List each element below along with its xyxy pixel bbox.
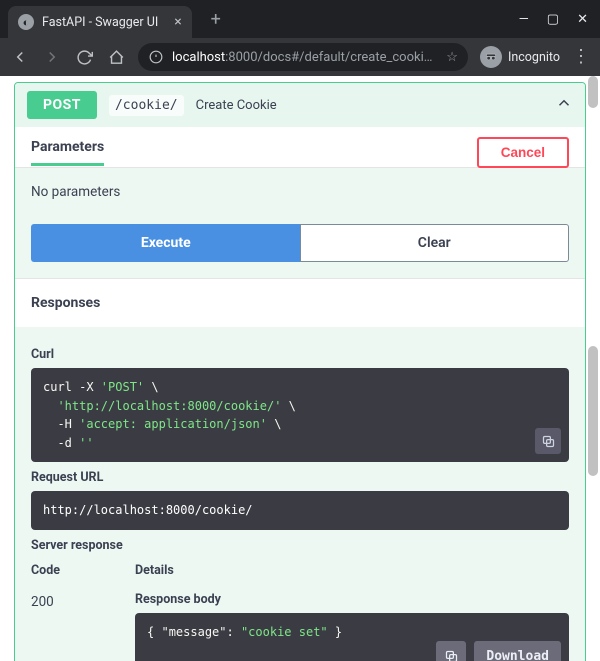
favicon-icon: ◐ [18,14,34,30]
response-body-label: Response body [135,592,569,607]
chevron-up-icon [555,94,573,117]
request-url-box: http://localhost:8000/cookie/ [31,491,569,530]
cancel-button[interactable]: Cancel [477,137,569,168]
close-window-icon[interactable]: ✕ [577,12,588,27]
window-controls: — ▢ ✕ [519,12,600,27]
operation-path: /cookie/ [109,95,184,116]
browser-tab[interactable]: ◐ FastAPI - Swagger UI × [8,6,192,38]
reload-icon[interactable] [74,49,94,66]
details-column-header: Details [135,563,174,578]
browser-toolbar: localhost:8000/docs#/default/create_cook… [0,38,600,76]
operation-block: POST /cookie/ Create Cookie Parameters C… [14,82,586,661]
response-row: 200 Response body { "message": "cookie s… [31,592,569,661]
new-tab-button[interactable]: + [204,9,228,30]
response-body-box: { "message": "cookie set" } Download [135,613,569,661]
address-bar[interactable]: localhost:8000/docs#/default/create_cook… [138,43,468,71]
code-column-header: Code [31,563,87,578]
close-tab-icon[interactable]: × [174,14,181,30]
copy-response-button[interactable] [436,641,466,661]
execute-button[interactable]: Execute [31,224,300,262]
page-viewport: POST /cookie/ Create Cookie Parameters C… [0,76,600,661]
tab-title: FastAPI - Swagger UI [42,15,158,30]
no-parameters-text: No parameters [31,184,569,200]
parameters-tab[interactable]: Parameters [31,139,104,166]
operation-header[interactable]: POST /cookie/ Create Cookie [15,83,585,127]
curl-command-box: curl -X 'POST' \ 'http://localhost:8000/… [31,368,569,462]
request-url-label: Request URL [31,470,569,485]
scrollbar-thumb-top[interactable] [588,76,598,108]
http-method-badge: POST [27,91,97,119]
incognito-label: Incognito [508,50,560,65]
url-text: localhost:8000/docs#/default/create_cook… [172,50,438,65]
maximize-icon[interactable]: ▢ [547,12,559,27]
back-icon[interactable] [10,48,30,66]
responses-heading: Responses [15,278,585,327]
download-button[interactable]: Download [474,641,561,661]
incognito-icon [480,46,502,68]
home-icon[interactable] [106,49,126,66]
curl-label: Curl [31,347,569,362]
incognito-badge[interactable]: Incognito [480,46,560,68]
operation-summary: Create Cookie [196,98,277,113]
bookmark-star-icon[interactable]: ☆ [446,50,458,65]
window-titlebar: ◐ FastAPI - Swagger UI × + — ▢ ✕ [0,0,600,38]
status-code: 200 [31,592,87,661]
browser-menu-icon[interactable]: ⋮ [572,48,590,66]
copy-curl-button[interactable] [535,428,561,454]
not-secure-icon [148,49,164,65]
forward-icon[interactable] [42,48,62,66]
response-table-header: Code Details [31,563,569,582]
server-response-label: Server response [31,538,569,553]
scrollbar-thumb[interactable] [588,346,598,476]
minimize-icon[interactable]: — [519,12,529,27]
clear-button[interactable]: Clear [300,224,570,262]
